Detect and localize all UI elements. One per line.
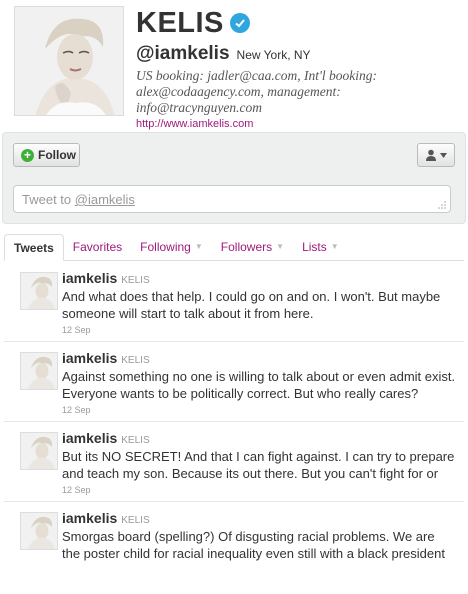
- profile-handle: @iamkelis: [136, 43, 230, 64]
- tab-lists[interactable]: Lists ▼: [293, 233, 348, 260]
- tweet-avatar[interactable]: [20, 432, 58, 470]
- avatar-photo: [21, 273, 57, 309]
- tweet-to-input[interactable]: Tweet to @iamkelis: [13, 185, 451, 213]
- tweet-text: But its NO SECRET! And that I can fight …: [62, 449, 455, 481]
- tweet-item[interactable]: iamkelis KELIS Smorgas board (spelling?)…: [4, 502, 464, 568]
- profile-bio: US booking: jadler@caa.com, Int'l bookin…: [136, 68, 378, 115]
- tweet-text: Against something no one is willing to t…: [62, 369, 456, 401]
- avatar-photo: [21, 353, 57, 389]
- resize-grip-icon[interactable]: [438, 201, 446, 209]
- tweet-item[interactable]: iamkelis KELIS And what does that help. …: [4, 262, 464, 342]
- tweet-name: KELIS: [121, 515, 150, 526]
- tweet-avatar[interactable]: [20, 272, 58, 310]
- caret-down-icon: ▼: [276, 242, 285, 251]
- tweet-name: KELIS: [121, 275, 150, 286]
- avatar-photo: [21, 433, 57, 469]
- tweet-item[interactable]: iamkelis KELIS Against something no one …: [4, 342, 464, 422]
- tweet-handle[interactable]: iamkelis: [62, 270, 117, 286]
- tab-favorites[interactable]: Favorites: [64, 233, 131, 260]
- tweet-text: And what does that help. I could go on a…: [62, 289, 441, 321]
- tweet-handle[interactable]: iamkelis: [62, 430, 117, 446]
- tweet-timestamp[interactable]: 12 Sep: [62, 405, 456, 415]
- tweet-timeline: iamkelis KELIS And what does that help. …: [4, 262, 464, 568]
- person-icon: [426, 149, 436, 161]
- profile-info: KELIS @iamkelis New York, NY US booking:…: [136, 6, 456, 131]
- tweet-to-placeholder: Tweet to: [22, 192, 75, 207]
- tweet-timestamp[interactable]: 12 Sep: [62, 325, 456, 335]
- verified-badge-icon: [229, 13, 250, 33]
- tweet-to-mention: @iamkelis: [74, 192, 135, 207]
- tweet-item[interactable]: iamkelis KELIS But its NO SECRET! And th…: [4, 422, 464, 502]
- avatar-photo: [21, 513, 57, 549]
- tweet-avatar[interactable]: [20, 512, 58, 550]
- profile-tabs: Tweets Favorites Following ▼ Followers ▼…: [4, 234, 464, 261]
- tweet-avatar[interactable]: [20, 352, 58, 390]
- tab-label: Followers: [220, 239, 273, 254]
- profile-url-link[interactable]: http://www.iamkelis.com: [136, 118, 456, 130]
- tweet-name: KELIS: [121, 355, 150, 366]
- tab-label: Tweets: [14, 240, 54, 255]
- display-name: KELIS: [136, 6, 224, 39]
- follow-button[interactable]: + Follow: [13, 143, 80, 167]
- tab-followers[interactable]: Followers ▼: [212, 233, 293, 260]
- tab-label: Following: [140, 239, 191, 254]
- profile-photo: [15, 7, 123, 115]
- profile-actions-panel: + Follow Tweet to @iamkelis: [2, 132, 466, 224]
- tab-tweets[interactable]: Tweets: [4, 234, 64, 261]
- tweet-name: KELIS: [121, 435, 150, 446]
- tab-label: Lists: [302, 239, 327, 254]
- profile-header: KELIS @iamkelis New York, NY US booking:…: [0, 0, 468, 130]
- tweet-timestamp[interactable]: 12 Sep: [62, 485, 456, 495]
- tab-label: Favorites: [72, 239, 123, 254]
- profile-location: New York, NY: [236, 48, 311, 62]
- chevron-down-icon: [440, 152, 447, 158]
- follow-label: Follow: [38, 148, 76, 162]
- caret-down-icon: ▼: [330, 242, 339, 251]
- tweet-text: Smorgas board (spelling?) Of disgusting …: [62, 529, 445, 561]
- user-actions-dropdown-button[interactable]: [417, 143, 455, 167]
- plus-icon: +: [21, 148, 34, 162]
- tab-following[interactable]: Following ▼: [131, 233, 212, 260]
- caret-down-icon: ▼: [194, 242, 203, 251]
- profile-avatar[interactable]: [14, 6, 124, 116]
- tweet-handle[interactable]: iamkelis: [62, 350, 117, 366]
- tweet-handle[interactable]: iamkelis: [62, 510, 117, 526]
